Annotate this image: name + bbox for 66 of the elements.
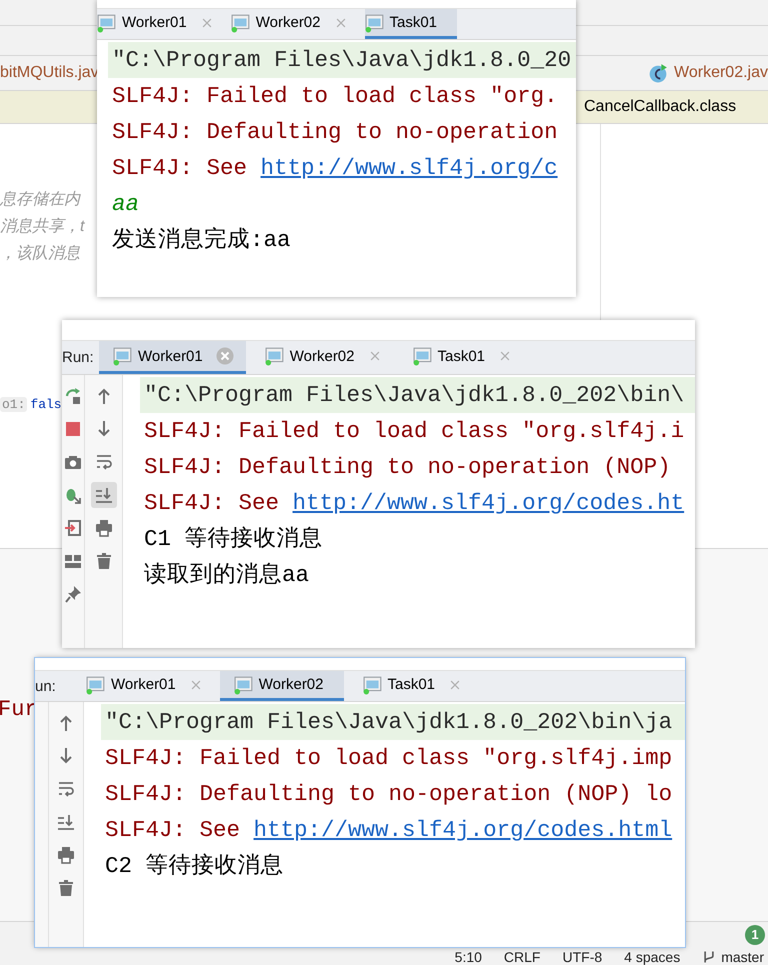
exit-icon[interactable] (64, 519, 82, 537)
printer-icon[interactable] (94, 519, 112, 537)
scroll-to-end-icon[interactable] (94, 486, 112, 504)
trash-icon[interactable] (57, 879, 75, 897)
run-tab[interactable]: Worker02 (220, 671, 344, 701)
console-line: 读取到的消息aa (143, 561, 310, 590)
code-comment: ，该队消息 (0, 244, 80, 264)
parameter-hint: o1: (0, 397, 28, 412)
console-line: SLF4J: See http://www.slf4j.org/codes.html (104, 816, 674, 845)
status-item[interactable]: CRLF (504, 948, 540, 964)
file-tab[interactable]: bitMQUtils.jav (0, 64, 99, 82)
run-tab[interactable]: Task01 (398, 341, 524, 374)
link[interactable]: http://www.slf4j.org/codes.ht (292, 490, 684, 516)
console-icon (362, 674, 382, 694)
code-text: Fur (0, 697, 38, 722)
wrap-icon[interactable] (57, 780, 75, 798)
camera-icon[interactable] (64, 453, 82, 471)
console-icon (86, 674, 106, 694)
status-item[interactable]: 4 spaces (624, 948, 680, 964)
bug-icon[interactable] (64, 486, 82, 504)
console-icon (234, 674, 254, 694)
status-item[interactable]: 5:10 (454, 948, 482, 964)
run-tab[interactable]: Task01 (348, 671, 474, 701)
console-icon (412, 346, 432, 366)
console-line: aa (111, 190, 140, 219)
console-icon (264, 346, 285, 366)
link[interactable]: http://www.slf4j.org/c (260, 155, 558, 181)
console-line: SLF4J: Defaulting to no-operation (111, 118, 559, 147)
console-line: SLF4J: Failed to load class "org.slf4j.i (143, 417, 686, 446)
console-line: C2 等待接收消息 (104, 852, 285, 881)
run-tab[interactable]: Task01 (364, 9, 458, 39)
console-line: SLF4J: Failed to load class "org. (111, 82, 559, 111)
scroll-to-end-icon[interactable] (57, 813, 75, 831)
code-comment: 消息共享，t (0, 216, 84, 237)
console-line: 发送消息完成:aa (111, 226, 292, 255)
link[interactable]: http://www.slf4j.org/codes.html (254, 817, 672, 843)
console-line: C1 等待接收消息 (143, 525, 324, 554)
run-tab[interactable]: Worker02 (250, 341, 394, 374)
layout-icon[interactable] (64, 552, 82, 570)
file-tab[interactable]: CancelCallback.class (584, 98, 736, 116)
run-tab[interactable]: Worker02 (230, 9, 360, 39)
printer-icon[interactable] (57, 846, 75, 864)
branch-name[interactable]: master (721, 948, 764, 964)
code-keyword: fals (30, 397, 62, 412)
console-line: SLF4J: Failed to load class "org.slf4j.imp (104, 744, 674, 773)
console-line: SLF4J: Defaulting to no-operation (NOP) lo (104, 780, 674, 809)
branch-icon (702, 950, 716, 964)
run-tab[interactable]: Worker01 (72, 671, 215, 701)
run-label: un: (35, 676, 57, 696)
trash-icon[interactable] (94, 552, 112, 570)
pin-icon[interactable] (64, 585, 82, 603)
console-icon (113, 346, 133, 366)
run-tab[interactable]: Worker01 (97, 9, 226, 39)
class-icon (648, 63, 668, 83)
stop-icon[interactable] (64, 420, 82, 438)
file-tab[interactable]: Worker02.jav (674, 64, 768, 82)
console-line: SLF4J: Defaulting to no-operation (NOP) (143, 453, 672, 482)
run-label: Run: (62, 348, 95, 368)
wrap-icon[interactable] (94, 453, 112, 471)
rerun-icon[interactable] (64, 387, 82, 405)
console-line: SLF4J: See http://www.slf4j.org/c (111, 154, 559, 183)
console-icon (364, 12, 384, 32)
status-item[interactable]: UTF-8 (562, 948, 602, 964)
run-tab[interactable]: Worker01 (99, 341, 246, 374)
console-icon (230, 12, 251, 32)
console-line: SLF4J: See http://www.slf4j.org/codes.ht (143, 489, 686, 518)
